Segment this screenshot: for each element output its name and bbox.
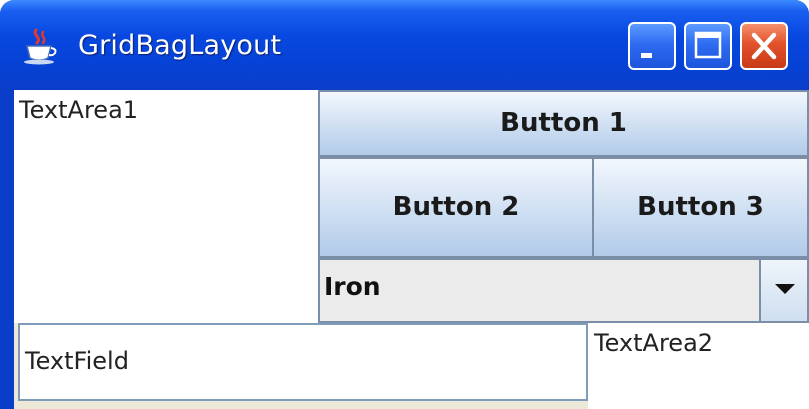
text-area-2[interactable]: TextArea2	[588, 323, 809, 409]
text-area-2-content: TextArea2	[594, 329, 714, 357]
text-area-1[interactable]: TextArea1	[14, 90, 318, 323]
metal-combo-box[interactable]: Iron	[318, 258, 809, 323]
java-coffee-cup-icon	[24, 28, 57, 65]
combo-dropdown-button[interactable]	[759, 260, 807, 321]
button-2[interactable]: Button 2	[318, 157, 594, 258]
app-window: GridBagLayout TextArea1 Button 1 Button …	[0, 0, 809, 409]
text-field-value: TextField	[25, 347, 129, 375]
button-3[interactable]: Button 3	[592, 157, 809, 258]
bottom-padding	[14, 401, 588, 409]
title-bar[interactable]: GridBagLayout	[0, 0, 809, 90]
combo-selected-value: Iron	[324, 272, 381, 301]
window-title: GridBagLayout	[78, 30, 282, 61]
button-1[interactable]: Button 1	[318, 90, 809, 157]
text-field[interactable]: TextField	[18, 323, 588, 401]
maximize-icon	[694, 31, 722, 59]
close-icon	[751, 32, 777, 60]
chevron-down-icon	[775, 284, 795, 294]
content-pane: TextArea1 Button 1 Button 2 Button 3 Iro…	[14, 90, 809, 409]
minimize-icon	[641, 53, 652, 58]
maximize-button[interactable]	[684, 22, 732, 70]
close-button[interactable]	[740, 22, 788, 70]
minimize-button[interactable]	[628, 22, 676, 70]
text-area-1-content: TextArea1	[19, 96, 139, 124]
